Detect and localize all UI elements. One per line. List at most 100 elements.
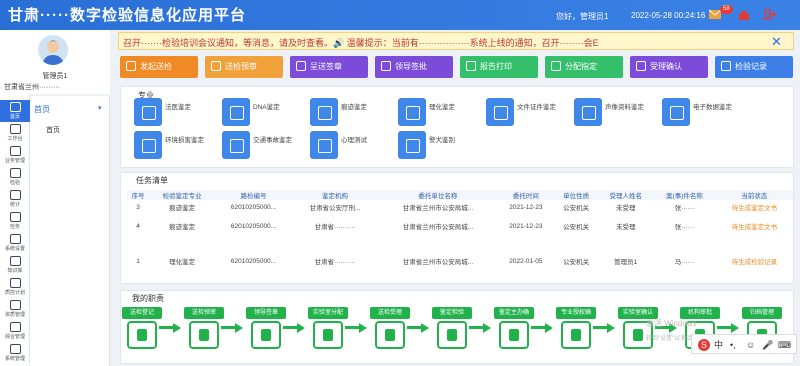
sidebar-item-4[interactable]: 统计: [0, 188, 30, 210]
table-cell: 62010205000...: [230, 257, 277, 265]
quick-button-label: 受理确认: [650, 62, 682, 71]
avatar[interactable]: [38, 35, 68, 65]
action-icon: [211, 61, 221, 71]
sidebar-item-label: 工作台: [7, 136, 23, 142]
mic-icon[interactable]: 🎤: [762, 339, 774, 351]
specialty-item-7[interactable]: 环境损害鉴定: [134, 131, 216, 159]
table-cell: 62010205000...: [230, 203, 277, 211]
table-cell: 痕迹鉴定: [169, 224, 196, 231]
specialty-item-10[interactable]: 警犬鉴别: [398, 131, 480, 159]
duty-step-4[interactable]: 送检受理: [370, 307, 410, 359]
table-cell[interactable]: 待生成鉴定文书: [716, 200, 793, 214]
quick-button-label: 送检预审: [225, 62, 257, 71]
notice-text[interactable]: 召开·······检验培训会议通知，等消息，请及时查看。🔊 温馨提示：当前有··…: [123, 36, 763, 49]
sidebar-item-1[interactable]: 工作台: [0, 122, 30, 144]
column-header: 委托单位名称: [378, 190, 498, 200]
specialty-icon: [486, 98, 514, 126]
specialty-item-3[interactable]: 理化鉴定: [398, 98, 480, 126]
datetime: 2022-05-28 00:24:16: [631, 11, 706, 20]
chevron-down-icon[interactable]: ▾: [98, 104, 102, 112]
keyboard-icon[interactable]: ⌨: [778, 339, 791, 351]
emoji-icon[interactable]: ☺: [746, 339, 758, 351]
specialty-label: 痕迹鉴定: [341, 104, 367, 111]
table-cell[interactable]: 待生成鉴定文书: [716, 214, 793, 238]
sidebar-item-2[interactable]: 业务管理: [0, 144, 30, 166]
specialty-item-8[interactable]: 交通事故鉴定: [222, 131, 304, 159]
nav-icon: [9, 300, 21, 310]
duty-step-icon: [189, 321, 219, 349]
specialty-item-1[interactable]: DNA鉴定: [222, 98, 304, 126]
duty-step-label: 专业授权确: [556, 307, 596, 319]
quick-button-3[interactable]: 领导签批: [375, 56, 453, 78]
logout-icon[interactable]: [762, 8, 776, 21]
specialty-icon: [662, 98, 690, 126]
quick-button-4[interactable]: 报告打印: [460, 56, 538, 78]
user-greeting[interactable]: 您好，管理员1: [556, 11, 608, 22]
specialty-item-6[interactable]: 电子数据鉴定: [662, 98, 744, 126]
table-cell: 2022-01-05: [509, 257, 543, 265]
arrow-right-icon: [545, 323, 553, 333]
duty-step-7[interactable]: 专业授权确: [556, 307, 596, 359]
close-icon[interactable]: ✕: [771, 34, 782, 50]
table-row[interactable]: 1 理化鉴定 62010205000... 甘肃省·········· 甘肃省兰州市公安…: [127, 238, 793, 284]
duty-step-label: 归档管理: [742, 307, 782, 319]
duty-step-1[interactable]: 送检预审: [184, 307, 224, 359]
column-header: 检验鉴定专业: [149, 190, 216, 200]
quick-button-0[interactable]: 发起送检: [120, 56, 198, 78]
sidebar-item-8[interactable]: 质控计划: [0, 276, 30, 298]
nav-icon: [9, 146, 21, 156]
flow-connector: [345, 326, 359, 329]
sidebar-item-3[interactable]: 检验: [0, 166, 30, 188]
ime-logo-icon[interactable]: S: [698, 339, 710, 351]
duty-step-icon: [437, 321, 467, 349]
subnav-head[interactable]: 首页: [34, 104, 50, 115]
sidebar-item-9[interactable]: 资质管理: [0, 298, 30, 320]
sidebar-item-6[interactable]: 系统设置: [0, 232, 30, 254]
sidebar-item-label: 首页: [9, 114, 20, 120]
quick-button-6[interactable]: 受理确认: [630, 56, 708, 78]
duty-step-5[interactable]: 鉴定检验: [432, 307, 472, 359]
column-header: 序号: [127, 190, 150, 200]
sidebar-item-7[interactable]: 知识库: [0, 254, 30, 276]
table-cell[interactable]: 待生成检验记录: [716, 238, 793, 284]
duties-title: 我的职责: [132, 294, 164, 303]
quick-button-7[interactable]: 检验记录: [715, 56, 793, 78]
top-bar: 甘肃·····数字检验信息化应用平台 您好，管理员1 2022-05-28 00…: [0, 0, 800, 30]
duty-step-2[interactable]: 领导签章: [246, 307, 286, 359]
quick-button-label: 呈送签章: [310, 62, 342, 71]
arrow-right-icon: [421, 323, 429, 333]
specialty-item-0[interactable]: 法医鉴定: [134, 98, 216, 126]
specialty-item-5[interactable]: 声像资料鉴定: [574, 98, 656, 126]
sidebar-item-0[interactable]: 首页: [0, 100, 30, 122]
home-icon[interactable]: [737, 8, 751, 21]
duty-step-0[interactable]: 送检登记: [122, 307, 162, 359]
app-title: 甘肃·····数字检验信息化应用平台: [8, 7, 246, 24]
notification-badge: 58: [720, 5, 733, 14]
subnav-item-home[interactable]: 首页: [46, 125, 60, 135]
flow-connector: [593, 326, 607, 329]
quick-button-1[interactable]: 送检预审: [205, 56, 283, 78]
quick-button-2[interactable]: 呈送签章: [290, 56, 368, 78]
flow-connector: [221, 326, 235, 329]
sidebar-item-11[interactable]: 系统管理: [0, 342, 30, 364]
specialty-item-9[interactable]: 心理测试: [310, 131, 392, 159]
flow-connector: [159, 326, 173, 329]
column-header: 当前状态: [715, 190, 793, 200]
ime-lang-icon[interactable]: 中: [714, 339, 726, 351]
duty-step-3[interactable]: 实验室分配: [308, 307, 348, 359]
sidebar-item-label: 综合管理: [4, 334, 25, 340]
specialty-label: 交通事故鉴定: [253, 137, 292, 144]
arrow-right-icon: [483, 323, 491, 333]
sidebar-item-10[interactable]: 综合管理: [0, 320, 30, 342]
nav-icon: [9, 124, 21, 134]
specialty-item-2[interactable]: 痕迹鉴定: [310, 98, 392, 126]
nav-icon: [9, 344, 21, 354]
sidebar-item-5[interactable]: 检务: [0, 210, 30, 232]
quick-button-5[interactable]: 分配指定: [545, 56, 623, 78]
table-cell: 甘肃省··········: [314, 224, 356, 231]
specialty-item-4[interactable]: 文件证件鉴定: [486, 98, 568, 126]
duty-step-6[interactable]: 鉴定主办确: [494, 307, 534, 359]
table-row[interactable]: 4 痕迹鉴定 62010205000... 甘肃省·········· 甘肃省兰州市公安…: [127, 214, 793, 238]
ime-punct-icon[interactable]: •,: [730, 339, 742, 351]
table-row[interactable]: 3 痕迹鉴定 62010205000... 甘肃省公安厅刑... 甘肃省兰州市公安局城.…: [127, 200, 793, 214]
